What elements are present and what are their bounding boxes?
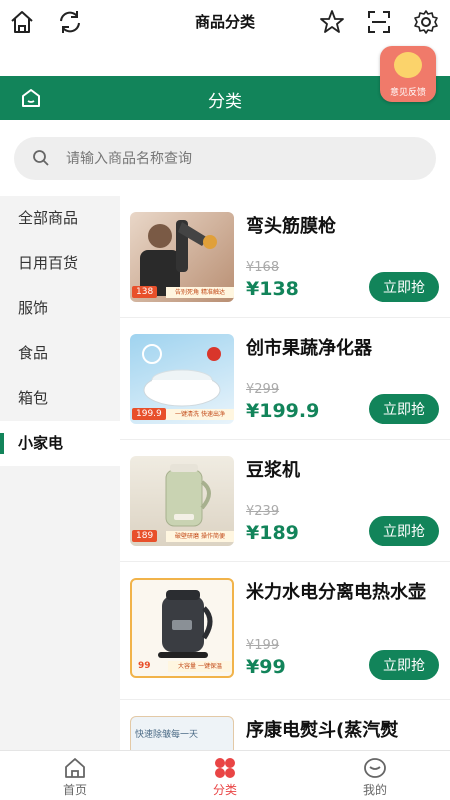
sale-price: ¥99: [246, 656, 286, 678]
star-icon[interactable]: [316, 6, 348, 38]
product-image: 189 破壁研磨 操作简便: [130, 456, 234, 546]
original-price: ¥299: [246, 382, 280, 397]
original-price: ¥168: [246, 260, 280, 275]
home-icon: [63, 756, 87, 780]
refresh-icon[interactable]: [54, 6, 86, 38]
thumb-caption: 破壁研磨 操作简便: [166, 531, 234, 542]
home-outline-icon[interactable]: [6, 6, 38, 38]
feedback-mascot-icon: [394, 52, 422, 78]
buy-now-button[interactable]: 立即抢: [369, 650, 439, 680]
feedback-button[interactable]: 意见反馈: [380, 46, 436, 102]
product-name: 豆浆机: [246, 460, 300, 481]
search-input[interactable]: [66, 137, 416, 180]
profile-icon: [363, 756, 387, 780]
sidebar-item-daily-goods[interactable]: 日用百货: [0, 241, 120, 286]
sale-price: ¥199.9: [246, 400, 320, 422]
product-image: 99 大容量 一键保温: [130, 578, 234, 678]
scan-icon[interactable]: [363, 6, 395, 38]
product-card[interactable]: 199.9 一键清洗 快速出净 创市果蔬净化器 ¥299 ¥199.9 立即抢: [120, 318, 450, 440]
product-card[interactable]: 189 破壁研磨 操作简便 豆浆机 ¥239 ¥189 立即抢: [120, 440, 450, 562]
product-image: 199.9 一键清洗 快速出净: [130, 334, 234, 424]
thumb-caption: 一键清洗 快速出净: [166, 409, 234, 420]
search-icon: [32, 149, 50, 167]
search-bar[interactable]: [14, 137, 436, 180]
thumb-caption: 大容量 一键保温: [168, 661, 232, 672]
category-icon: [213, 756, 237, 780]
thumb-banner: 快速除皱每一天: [135, 730, 199, 740]
nav-label: 分类: [212, 783, 237, 797]
top-app-bar: 商品分类: [0, 0, 450, 44]
product-image: 138 告别死角 精准触达: [130, 212, 234, 302]
product-name: 米力水电分离电热水壶: [246, 582, 426, 603]
nav-tab-category[interactable]: 分类: [150, 751, 300, 800]
buy-now-button[interactable]: 立即抢: [369, 394, 439, 424]
nav-tab-profile[interactable]: 我的: [300, 751, 450, 800]
product-card[interactable]: 138 告别死角 精准触达 弯头筋膜枪 ¥168 ¥138 立即抢: [120, 196, 450, 318]
sidebar-item-small-appliances[interactable]: 小家电: [0, 421, 120, 466]
product-name: 弯头筋膜枪: [246, 216, 336, 237]
sidebar-item-apparel[interactable]: 服饰: [0, 286, 120, 331]
feedback-label: 意见反馈: [389, 88, 426, 98]
gear-icon[interactable]: [410, 6, 442, 38]
product-card[interactable]: 99 大容量 一键保温 米力水电分离电热水壶 ¥199 ¥99 立即抢: [120, 562, 450, 700]
sidebar-item-bags[interactable]: 箱包: [0, 376, 120, 421]
buy-now-button[interactable]: 立即抢: [369, 516, 439, 546]
product-image: 快速除皱每一天: [130, 716, 234, 750]
buy-now-button[interactable]: 立即抢: [369, 272, 439, 302]
thumb-price: 138: [132, 286, 158, 298]
bottom-navigation: 首页 分类 我的: [0, 750, 450, 800]
original-price: ¥199: [246, 638, 280, 653]
thumb-price: 189: [132, 530, 158, 542]
category-sidebar: 全部商品 日用百货 服饰 食品 箱包 小家电: [0, 196, 120, 750]
product-name: 序康电熨斗(蒸汽熨: [246, 720, 399, 741]
nav-label: 我的: [362, 783, 387, 797]
product-name: 创市果蔬净化器: [246, 338, 372, 359]
original-price: ¥239: [246, 504, 280, 519]
nav-tab-home[interactable]: 首页: [0, 751, 150, 800]
sale-price: ¥138: [246, 278, 299, 300]
sidebar-item-food[interactable]: 食品: [0, 331, 120, 376]
thumb-price: 99: [138, 661, 151, 671]
product-list: 138 告别死角 精准触达 弯头筋膜枪 ¥168 ¥138 立即抢 199.9 …: [120, 196, 450, 750]
nav-label: 首页: [62, 783, 87, 797]
thumb-price: 199.9: [132, 408, 166, 420]
thumb-caption: 告别死角 精准触达: [166, 287, 234, 298]
product-card[interactable]: 快速除皱每一天 序康电熨斗(蒸汽熨: [120, 700, 450, 750]
sale-price: ¥189: [246, 522, 299, 544]
sidebar-item-all[interactable]: 全部商品: [0, 196, 120, 241]
